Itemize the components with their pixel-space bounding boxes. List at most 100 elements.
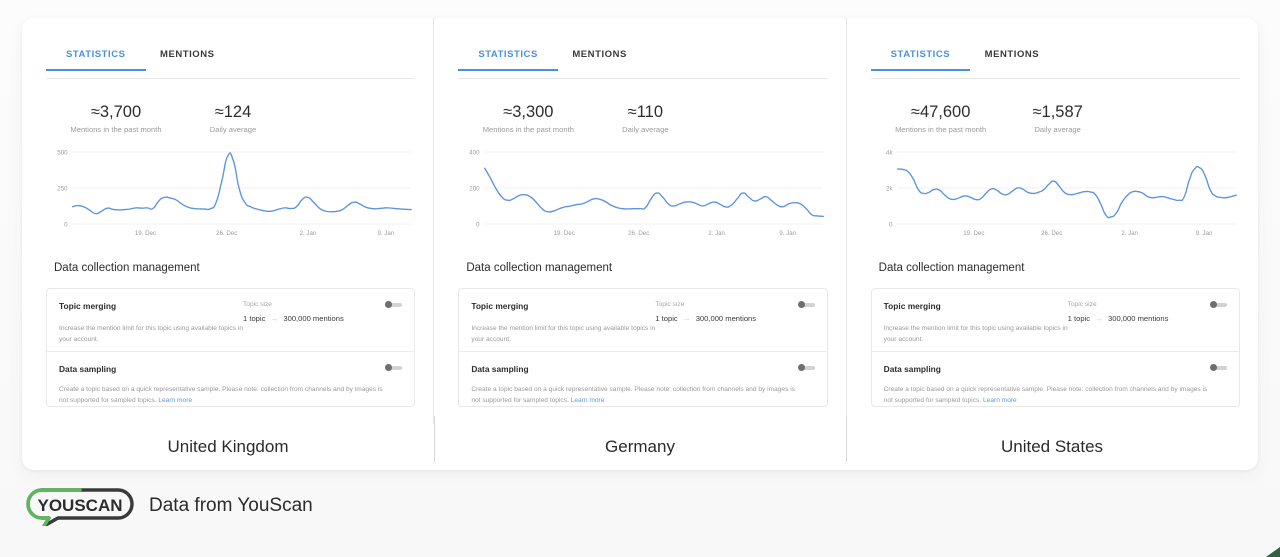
topic-merging-description: Increase the mention limit for this topi…	[471, 323, 666, 345]
data-sampling-toggle[interactable]	[1210, 364, 1227, 371]
svg-text:19. Dec: 19. Dec	[554, 231, 575, 237]
data-sampling-row: Data sampling Create a topic based on a …	[459, 351, 826, 406]
country-panel-us: STATISTICS MENTIONS ≈47,600 Mentions in …	[846, 18, 1258, 424]
topic-merging-toggle[interactable]	[1210, 301, 1227, 308]
data-sampling-description: Create a topic based on a quick represen…	[884, 384, 1214, 406]
stat-label: Daily average	[1019, 124, 1097, 136]
svg-text:26. Dec: 26. Dec	[216, 231, 237, 237]
data-sampling-title: Data sampling	[59, 363, 400, 375]
svg-text:9. Jan: 9. Jan	[780, 231, 797, 237]
footer-caption: Data from YouScan	[149, 495, 313, 517]
toggle-knob	[385, 301, 392, 308]
topic-size-from: 1 topic	[243, 312, 265, 325]
toggle-knob	[798, 364, 805, 371]
svg-text:200: 200	[470, 186, 481, 192]
mentions-timeline-chart: 02k4k19. Dec26. Dec2. Jan9. Jan	[871, 146, 1240, 246]
tab-statistics[interactable]: STATISTICS	[885, 48, 957, 70]
data-collection-box: Topic merging Increase the mention limit…	[458, 288, 827, 407]
tab-bar: STATISTICS MENTIONS	[458, 48, 827, 79]
stat-mentions-total: ≈3,700 Mentions in the past month	[52, 102, 180, 136]
country-label-us: United States	[846, 424, 1258, 470]
topic-merging-description: Increase the mention limit for this topi…	[59, 323, 254, 345]
data-sampling-text: Create a topic based on a quick represen…	[884, 386, 1208, 404]
data-collection-heading: Data collection management	[466, 262, 612, 274]
toggle-knob	[1210, 301, 1217, 308]
chart-svg: 020040019. Dec26. Dec2. Jan9. Jan	[458, 146, 827, 246]
topic-merging-toggle[interactable]	[385, 301, 402, 308]
svg-text:2k: 2k	[886, 186, 893, 192]
dashboard-card: STATISTICS MENTIONS ≈3,700 Mentions in t…	[22, 18, 1258, 470]
topic-size-value: 1 topic → 300,000 mentions	[1068, 312, 1169, 325]
toggle-knob	[385, 364, 392, 371]
data-sampling-toggle[interactable]	[798, 364, 815, 371]
tab-mentions[interactable]: MENTIONS	[979, 48, 1046, 70]
stats-row: ≈47,600 Mentions in the past month ≈1,58…	[871, 102, 1240, 142]
topic-merging-title: Topic merging	[884, 300, 1225, 312]
stat-label: Daily average	[194, 124, 272, 136]
mentions-timeline-chart: 020040019. Dec26. Dec2. Jan9. Jan	[458, 146, 827, 246]
topic-merging-row: Topic merging Increase the mention limit…	[47, 289, 414, 351]
stat-mentions-total: ≈47,600 Mentions in the past month	[877, 102, 1005, 136]
tab-mentions[interactable]: MENTIONS	[154, 48, 221, 70]
stat-value: ≈124	[194, 102, 272, 122]
country-label-germany: Germany	[434, 424, 846, 470]
data-collection-box: Topic merging Increase the mention limit…	[46, 288, 415, 407]
stat-mentions-total: ≈3,300 Mentions in the past month	[464, 102, 592, 136]
svg-text:2. Jan: 2. Jan	[300, 231, 317, 237]
topic-size-value: 1 topic → 300,000 mentions	[243, 312, 344, 325]
topic-size-label: Topic size	[243, 300, 344, 310]
learn-more-link[interactable]: Learn more	[158, 397, 192, 404]
data-sampling-title: Data sampling	[471, 363, 812, 375]
svg-text:2. Jan: 2. Jan	[1121, 231, 1138, 237]
svg-text:0: 0	[64, 222, 68, 228]
tab-bar: STATISTICS MENTIONS	[46, 48, 415, 79]
svg-text:250: 250	[57, 186, 68, 192]
stat-daily-average: ≈1,587 Daily average	[1019, 102, 1097, 136]
tab-statistics[interactable]: STATISTICS	[60, 48, 132, 70]
panels-container: STATISTICS MENTIONS ≈3,700 Mentions in t…	[22, 18, 1258, 424]
stat-label: Mentions in the past month	[877, 124, 1005, 136]
svg-text:0: 0	[476, 222, 480, 228]
data-sampling-title: Data sampling	[884, 363, 1225, 375]
footer: YOUSCAN Data from YouScan	[24, 486, 313, 526]
tab-bar: STATISTICS MENTIONS	[871, 48, 1240, 79]
topic-size: Topic size 1 topic → 300,000 mentions	[1068, 300, 1169, 325]
country-labels-row: United Kingdom Germany United States	[22, 424, 1258, 470]
data-sampling-row: Data sampling Create a topic based on a …	[872, 351, 1239, 406]
topic-merging-title: Topic merging	[59, 300, 400, 312]
topic-size-from: 1 topic	[655, 312, 677, 325]
topic-merging-row: Topic merging Increase the mention limit…	[872, 289, 1239, 351]
toggle-knob	[1210, 364, 1217, 371]
stats-row: ≈3,700 Mentions in the past month ≈124 D…	[46, 102, 415, 142]
svg-text:2. Jan: 2. Jan	[709, 231, 726, 237]
topic-merging-toggle[interactable]	[798, 301, 815, 308]
tab-mentions[interactable]: MENTIONS	[566, 48, 633, 70]
topic-merging-title: Topic merging	[471, 300, 812, 312]
svg-text:9. Jan: 9. Jan	[377, 231, 394, 237]
learn-more-link[interactable]: Learn more	[983, 397, 1017, 404]
topic-merging-description: Increase the mention limit for this topi…	[884, 323, 1079, 345]
svg-text:26. Dec: 26. Dec	[628, 231, 649, 237]
topic-size-to: 300,000 mentions	[283, 312, 343, 325]
arrow-right-icon: →	[1095, 315, 1103, 323]
toggle-knob	[798, 301, 805, 308]
stat-label: Daily average	[606, 124, 684, 136]
topic-size-label: Topic size	[1068, 300, 1169, 310]
country-label-uk: United Kingdom	[22, 424, 434, 470]
svg-text:9. Jan: 9. Jan	[1195, 231, 1212, 237]
svg-text:26. Dec: 26. Dec	[1041, 231, 1062, 237]
stat-label: Mentions in the past month	[464, 124, 592, 136]
learn-more-link[interactable]: Learn more	[571, 397, 605, 404]
stat-daily-average: ≈110 Daily average	[606, 102, 684, 136]
data-sampling-toggle[interactable]	[385, 364, 402, 371]
stat-value: ≈3,700	[52, 102, 180, 122]
topic-size: Topic size 1 topic → 300,000 mentions	[243, 300, 344, 325]
tab-statistics[interactable]: STATISTICS	[472, 48, 544, 70]
topic-size-to: 300,000 mentions	[696, 312, 756, 325]
mentions-timeline-chart: 025050019. Dec26. Dec2. Jan9. Jan	[46, 146, 415, 246]
data-sampling-text: Create a topic based on a quick represen…	[471, 386, 795, 404]
stat-value: ≈3,300	[464, 102, 592, 122]
svg-text:19. Dec: 19. Dec	[963, 231, 984, 237]
stat-value: ≈110	[606, 102, 684, 122]
arrow-right-icon: →	[270, 315, 278, 323]
